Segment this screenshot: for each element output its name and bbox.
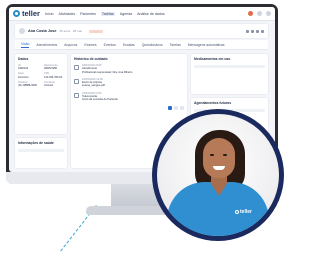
tab-arquivos[interactable]: Arquivos: [64, 43, 77, 47]
nav-item-analise[interactable]: Análise de dados: [137, 12, 165, 16]
page-button-1[interactable]: [168, 105, 172, 110]
edit-icon[interactable]: [246, 29, 249, 33]
scrubs-logo-text: teller: [240, 209, 252, 215]
more-icon[interactable]: [261, 29, 264, 33]
field-convenio: Convênio Unimed: [44, 80, 55, 88]
medicamentos-title: Medicamentos em uso: [194, 57, 231, 61]
help-icon[interactable]: [257, 11, 262, 16]
page-button-2[interactable]: [174, 105, 178, 110]
history-desc: Início da consulta do Paciente: [82, 98, 118, 102]
nurse-photo: teller: [157, 114, 279, 236]
patient-tabs: Visão Atendimentos Arquivos Exames Event…: [15, 40, 268, 50]
history-desc: Profissional responsável: Dra. Ana Ribei…: [82, 70, 133, 74]
notification-bell-icon[interactable]: [248, 11, 253, 16]
agendamentos-title: Agendamentos futuros: [194, 101, 232, 105]
dados-panel: Dados ID 1990123 Nascimento 28/05/1980 Sex…: [15, 54, 67, 134]
nav-item-atividades[interactable]: Atividades: [59, 12, 76, 16]
history-desc: exame_sangue.pdf: [82, 84, 105, 88]
face-shape: [203, 138, 235, 178]
patient-header: Ana Costa Jose 45 anos · 28 mai: [15, 24, 268, 38]
phone-icon[interactable]: [256, 29, 259, 33]
scrubs-vneck: [210, 182, 228, 196]
field-sexo: Sexo Feminino: [18, 72, 29, 79]
scrubs-logo: teller: [235, 209, 252, 215]
top-navbar: teller Início Atividades Pacientes Taref…: [9, 7, 275, 21]
history-item[interactable]: 16/03/2024 12:00 Envio de Arquivo exame_…: [74, 78, 184, 88]
tab-questionarios[interactable]: Questionários: [142, 43, 163, 47]
file-icon: [74, 78, 79, 84]
dados-title: Dados: [18, 57, 29, 61]
user-avatar[interactable]: [266, 11, 271, 16]
field-nascimento: Nascimento 28/05/1980: [44, 64, 58, 71]
right-eye: [223, 154, 227, 156]
tab-mensagens[interactable]: Mensagens automáticas: [188, 43, 225, 47]
nav-item-agenda[interactable]: Agenda: [120, 12, 132, 16]
nav-item-inicio[interactable]: Início: [45, 12, 54, 16]
message-icon[interactable]: [251, 29, 254, 33]
teller-logo-icon: [13, 10, 20, 17]
patient-name: Ana Costa Jose: [28, 29, 57, 33]
tab-tarefas[interactable]: Tarefas: [170, 43, 181, 47]
patient-tag: [88, 29, 103, 33]
informacoes-title: Informações de saúde: [18, 141, 54, 145]
main-nav: Início Atividades Pacientes Tarefas Agen…: [45, 11, 165, 16]
history-item[interactable]: 18/03/2024 8:00 Atendimento Profissional…: [74, 64, 184, 74]
tab-eventos[interactable]: Eventos: [104, 43, 116, 47]
historico-title: Histórico de cuidado: [74, 57, 108, 61]
page-button-3[interactable]: [180, 105, 184, 110]
logo-text: teller: [22, 9, 40, 18]
history-item[interactable]: 15/03/2024 9:00 Teleconsulta Início da c…: [74, 92, 184, 102]
field-cpf: CPF 123.456.789-00: [44, 72, 63, 79]
history-pagination: [74, 105, 184, 110]
field-telefone: Telefone (11) 98888-0000: [18, 80, 37, 88]
left-eye: [210, 154, 214, 156]
top-icons: [248, 11, 271, 16]
tab-exames[interactable]: Exames: [84, 43, 96, 47]
tab-atendimentos[interactable]: Atendimentos: [36, 43, 57, 47]
med-placeholder-line: [194, 65, 265, 68]
info-placeholder-line: [18, 149, 64, 152]
tab-escalas[interactable]: Escalas: [123, 43, 135, 47]
calendar-icon: [74, 65, 79, 70]
video-icon: [74, 92, 79, 98]
nurse-photo-frame: teller: [152, 109, 284, 241]
nav-item-tarefas[interactable]: Tarefas: [100, 11, 115, 16]
dados-fields: ID 1990123 Nascimento 28/05/1980 Sexo Femin…: [18, 64, 64, 87]
nav-item-pacientes[interactable]: Pacientes: [80, 12, 96, 16]
field-id: ID 1990123: [18, 64, 29, 71]
patient-meta: 45 anos · 28 mai: [59, 29, 82, 33]
medicamentos-panel: Medicamentos em uso: [191, 54, 268, 94]
teller-logo[interactable]: teller: [13, 9, 40, 18]
patient-avatar: [19, 28, 25, 34]
informacoes-panel: Informações de saúde: [15, 138, 67, 168]
teller-logo-icon: [235, 210, 239, 214]
patient-actions: [246, 29, 264, 33]
tab-visao[interactable]: Visão: [21, 42, 30, 48]
